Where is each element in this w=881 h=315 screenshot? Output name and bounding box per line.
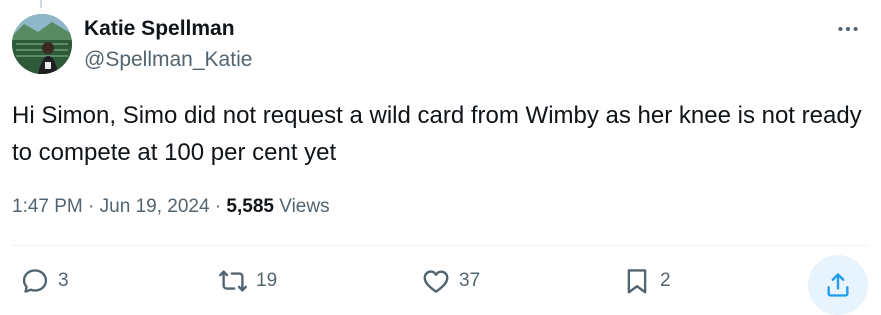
reply-count: 3 [58, 270, 69, 291]
heart-icon [423, 270, 449, 293]
share-button[interactable] [808, 255, 868, 315]
bookmark-count: 2 [660, 270, 671, 291]
tweet-meta: 1:47 PM · Jun 19, 2024 · 5,585 Views [12, 194, 330, 220]
meta-separator: · [88, 196, 95, 217]
tweet-date[interactable]: Jun 19, 2024 [100, 196, 210, 217]
tweet-time[interactable]: 1:47 PM [12, 196, 83, 217]
meta-separator: · [214, 196, 222, 217]
bookmark-icon [627, 269, 647, 294]
repost-count: 19 [256, 270, 278, 291]
like-count: 37 [459, 270, 481, 291]
avatar-photo [12, 14, 72, 74]
avatar[interactable] [12, 14, 72, 74]
share-icon [827, 273, 849, 297]
thread-connector-line [40, 0, 42, 8]
tweet-text: Hi Simon, Simo did not request a wild ca… [12, 102, 862, 166]
more-options-button[interactable] [832, 14, 864, 44]
repost-icon [219, 270, 247, 292]
author-name[interactable]: Katie Spellman [84, 16, 235, 42]
divider [12, 245, 869, 246]
author-handle[interactable]: @Spellman_Katie [84, 47, 252, 73]
reply-icon [22, 269, 48, 293]
views-count: 5,585 [226, 196, 274, 217]
more-options-icon [838, 26, 858, 32]
views-label: Views [279, 196, 330, 217]
